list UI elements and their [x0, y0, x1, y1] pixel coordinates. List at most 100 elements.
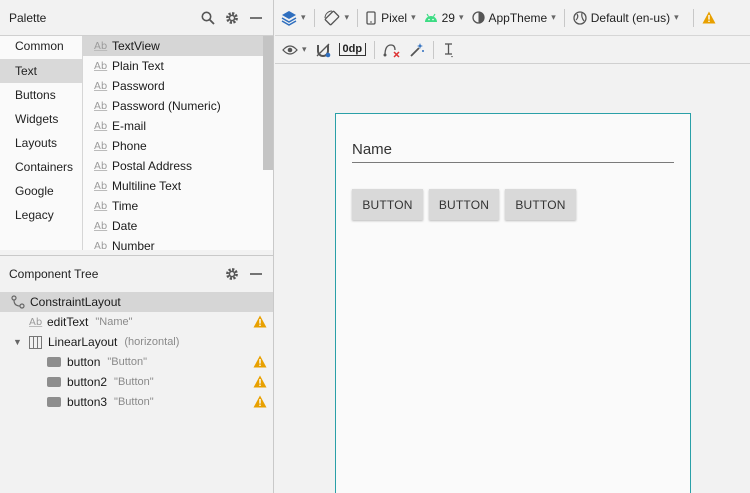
text-widget-icon: Ab: [94, 240, 108, 251]
category-legacy[interactable]: Legacy: [0, 203, 82, 227]
palette-item-password[interactable]: Ab Password: [83, 76, 273, 96]
warning-icon[interactable]: [253, 355, 267, 368]
palette-item-time[interactable]: Ab Time: [83, 196, 273, 216]
divider: [563, 8, 565, 27]
tree-node-constraint-layout[interactable]: ConstraintLayout: [0, 292, 273, 312]
category-google[interactable]: Google: [0, 179, 82, 203]
text-widget-icon: Ab: [94, 180, 108, 192]
text-widget-icon: Ab: [94, 140, 108, 152]
category-text[interactable]: Text: [0, 59, 82, 83]
eye-icon: [282, 44, 298, 55]
palette-item-number[interactable]: Ab Number: [83, 236, 273, 250]
device-frame[interactable]: Name BUTTON BUTTON BUTTON: [335, 113, 691, 493]
button2-preview[interactable]: BUTTON: [429, 189, 499, 220]
button-widget-icon: [47, 397, 61, 407]
palette-item-label: E-mail: [112, 119, 147, 133]
text-widget-icon: Ab: [29, 316, 43, 328]
text-widget-icon: Ab: [94, 200, 108, 212]
palette-item-label: Plain Text: [112, 59, 164, 73]
linear-layout-preview[interactable]: BUTTON BUTTON BUTTON: [352, 189, 582, 220]
palette-item-label: Multiline Text: [112, 179, 182, 193]
layers-button[interactable]: ▾: [275, 6, 310, 30]
palette-items: Ab TextView Ab Plain Text Ab Password Ab Pas…: [83, 36, 273, 250]
palette-item-label: Password (Numeric): [112, 99, 221, 113]
palette-item-multiline-text[interactable]: Ab Multiline Text: [83, 176, 273, 196]
search-icon[interactable]: [199, 9, 217, 27]
palette-item-textview[interactable]: Ab TextView: [83, 36, 273, 56]
category-buttons[interactable]: Buttons: [0, 83, 82, 107]
gear-icon[interactable]: [223, 9, 241, 27]
palette-item-label: Postal Address: [112, 159, 193, 173]
warning-icon[interactable]: [253, 395, 267, 408]
palette-item-plain-text[interactable]: Ab Plain Text: [83, 56, 273, 76]
palette-item-label: Time: [112, 199, 139, 213]
rotate-device-icon: [324, 10, 339, 25]
category-containers[interactable]: Containers: [0, 155, 82, 179]
warnings-button[interactable]: [698, 6, 720, 30]
button3-preview[interactable]: BUTTON: [505, 189, 576, 220]
tree-node-button[interactable]: button "Button": [0, 352, 273, 372]
constraint-layout-icon: [11, 295, 25, 309]
category-common[interactable]: Common: [0, 35, 82, 59]
tree-node-label: ConstraintLayout: [30, 295, 121, 309]
tree-node-value: "Name": [95, 316, 133, 328]
tree-node-edittext[interactable]: Ab editText "Name": [0, 312, 273, 332]
design-toolbar: ▾ ▾ Pixel ▾ 29 ▾ AppTheme ▾ Default (en-…: [275, 0, 750, 36]
device-label: Pixel: [381, 10, 408, 25]
orientation-button[interactable]: ▾: [319, 6, 354, 30]
name-edittext[interactable]: Name: [352, 141, 674, 163]
component-tree: Component Tree ConstraintLayout Ab editT…: [0, 255, 273, 493]
minimize-icon[interactable]: [247, 9, 265, 27]
api-level-selector[interactable]: 29 ▾: [420, 6, 468, 30]
tree-node-orientation: (horizontal): [124, 336, 180, 348]
button-widget-icon: [47, 357, 61, 367]
palette-item-label: TextView: [112, 39, 160, 53]
palette-item-phone[interactable]: Ab Phone: [83, 136, 273, 156]
locale-selector[interactable]: Default (en-us) ▾: [569, 6, 683, 30]
infer-constraints-button[interactable]: [405, 38, 429, 62]
theme-selector[interactable]: AppTheme ▾: [468, 6, 560, 30]
api-level-label: 29: [441, 10, 455, 25]
tree-node-value: "Button": [114, 376, 154, 388]
device-selector[interactable]: Pixel ▾: [362, 6, 420, 30]
chevron-down-icon: ▾: [411, 12, 416, 22]
tree-node-value: "Button": [107, 356, 147, 368]
divider: [357, 8, 359, 27]
chevron-down-icon: ▾: [344, 12, 350, 22]
text-widget-icon: Ab: [94, 40, 108, 52]
clear-constraints-button[interactable]: [379, 38, 405, 62]
default-margin-selector[interactable]: 0dp: [335, 38, 371, 62]
component-tree-title: Component Tree: [9, 267, 99, 281]
tree-node-linear-layout[interactable]: ▼ LinearLayout (horizontal): [0, 332, 273, 352]
palette-item-email[interactable]: Ab E-mail: [83, 116, 273, 136]
tree-node-label: editText: [47, 315, 89, 329]
design-canvas[interactable]: Name BUTTON BUTTON BUTTON: [275, 64, 750, 493]
palette-item-postal-address[interactable]: Ab Postal Address: [83, 156, 273, 176]
guidelines-button[interactable]: [438, 38, 460, 62]
palette-item-label: Number: [112, 239, 155, 250]
clear-constraints-icon: [383, 43, 400, 58]
palette-item-password-numeric[interactable]: Ab Password (Numeric): [83, 96, 273, 116]
left-panel: Palette Common Text Buttons Widgets Layo…: [0, 0, 274, 493]
android-icon: [424, 13, 437, 22]
warning-icon[interactable]: [253, 375, 267, 388]
warning-icon[interactable]: [253, 315, 267, 328]
magic-wand-icon: [410, 42, 425, 57]
view-options-button[interactable]: ▾: [275, 38, 311, 62]
autoconnect-toggle[interactable]: [311, 38, 335, 62]
tree-node-button2[interactable]: button2 "Button": [0, 372, 273, 392]
button-preview[interactable]: BUTTON: [352, 189, 423, 220]
palette-item-label: Phone: [112, 139, 147, 153]
category-layouts[interactable]: Layouts: [0, 131, 82, 155]
palette-scrollbar[interactable]: [263, 36, 273, 170]
tree-node-label: button2: [67, 375, 108, 389]
text-widget-icon: Ab: [94, 80, 108, 92]
divider: [374, 40, 376, 59]
chevron-down-icon: ▾: [302, 44, 307, 54]
palette-item-date[interactable]: Ab Date: [83, 216, 273, 236]
tree-node-button3[interactable]: button3 "Button": [0, 392, 273, 412]
category-widgets[interactable]: Widgets: [0, 107, 82, 131]
gear-icon[interactable]: [223, 265, 241, 283]
expand-arrow-icon[interactable]: ▼: [13, 337, 29, 347]
minimize-icon[interactable]: [247, 265, 265, 283]
